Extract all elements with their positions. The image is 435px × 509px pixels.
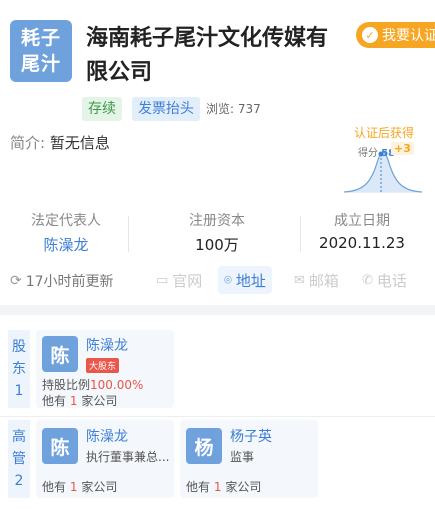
side-label-char: 高 (12, 429, 26, 445)
ratio-value: 100.00% (90, 378, 144, 392)
other-companies: 他有 1 家公司 (42, 478, 117, 495)
view-count: 浏览: 737 (206, 102, 261, 116)
fact-value: 2020.11.23 (319, 234, 405, 252)
fact-legal-representative: 法定代表人 陈澡龙 (6, 210, 126, 255)
shareholder-name[interactable]: 陈澡龙 (86, 335, 128, 355)
phone-label: 电话 (376, 271, 407, 290)
update-time: 17小时前更新 (25, 274, 114, 290)
other-count: 1 (69, 394, 78, 408)
intro-value: 暂无信息 (49, 134, 110, 152)
executive-card[interactable]: 陈 陈澡龙 执行董事兼总... 他有 1 家公司 (36, 420, 174, 498)
major-shareholder-badge: 大股东 (86, 358, 120, 373)
verify-button-label: 我要认证 (382, 28, 435, 44)
other-companies: 他有 1 家公司 (42, 392, 117, 409)
other-prefix: 他有 (186, 480, 211, 494)
score-bonus: +3 (391, 142, 414, 155)
logo-line-1: 耗子 (20, 27, 61, 49)
address-label: 地址 (235, 271, 266, 290)
fact-key: 注册资本 (189, 213, 245, 229)
score-label-text: 得分 (358, 148, 378, 159)
company-logo: 耗子 尾汁 (10, 20, 72, 82)
shareholder-card[interactable]: 陈 陈澡龙 大股东 持股比例100.00% 他有 1 家公司 (36, 330, 174, 408)
other-count: 1 (213, 480, 222, 494)
status-badge: 存续 (82, 97, 122, 121)
executives-count: 2 (14, 473, 24, 489)
side-label-char: 管 (12, 451, 26, 467)
fact-registered-capital: 注册资本 100万 (157, 210, 277, 255)
executive-card[interactable]: 杨 杨子英 监事 他有 1 家公司 (180, 420, 318, 498)
check-icon: ✓ (362, 27, 378, 43)
other-prefix: 他有 (42, 480, 67, 494)
other-suffix: 家公司 (81, 394, 118, 408)
phone-icon: ✆ (362, 272, 373, 288)
mail-icon: ✉ (294, 272, 305, 288)
website-button[interactable]: ▭ 官网 (150, 266, 208, 294)
other-suffix: 家公司 (81, 480, 118, 494)
avatar: 杨 (186, 428, 222, 464)
shareholders-tab[interactable]: 股 东 1 (8, 330, 30, 408)
side-label-char: 股 (12, 339, 26, 355)
company-intro: 简介: 暂无信息 (10, 132, 110, 153)
avatar: 陈 (42, 428, 78, 464)
divider (128, 216, 129, 252)
website-label: 官网 (172, 271, 203, 290)
other-prefix: 他有 (42, 394, 67, 408)
shareholding-ratio: 持股比例100.00% (42, 376, 143, 393)
address-button[interactable]: ⌾ 地址 (218, 266, 272, 294)
refresh-icon: ⟳ (10, 273, 22, 289)
other-companies: 他有 1 家公司 (186, 478, 261, 495)
legal-representative-link[interactable]: 陈澡龙 (6, 234, 126, 255)
logo-line-2: 尾汁 (20, 53, 61, 75)
company-name: 海南耗子尾汁文化传媒有限公司 (86, 26, 329, 85)
email-label: 邮箱 (308, 271, 339, 290)
refresh-button[interactable]: ⟳ 17小时前更新 (10, 271, 114, 291)
score-title: 认证后获得 (354, 126, 415, 140)
side-label-char: 东 (12, 361, 26, 377)
fact-value: 100万 (195, 236, 239, 254)
intro-label: 简介: (10, 134, 46, 152)
website-icon: ▭ (156, 272, 169, 288)
ratio-label: 持股比例 (42, 378, 91, 392)
other-count: 1 (69, 480, 78, 494)
email-button[interactable]: ✉ 邮箱 (288, 266, 345, 294)
executive-name[interactable]: 杨子英 (230, 426, 272, 446)
executives-tab[interactable]: 高 管 2 (8, 420, 30, 498)
shareholders-count: 1 (14, 383, 24, 399)
location-pin-icon: ⌾ (224, 272, 232, 288)
avatar: 陈 (42, 336, 78, 372)
verify-button[interactable]: ✓ 我要认证 (356, 22, 435, 48)
divider (300, 216, 301, 252)
executive-name[interactable]: 陈澡龙 (86, 426, 128, 446)
executive-role: 监事 (230, 450, 255, 464)
score-label: 得分 58 (358, 144, 395, 159)
invoice-title-button[interactable]: 发票抬头 (132, 97, 200, 121)
fact-key: 法定代表人 (31, 213, 101, 229)
other-suffix: 家公司 (225, 480, 262, 494)
executive-role: 执行董事兼总... (86, 450, 170, 464)
phone-button[interactable]: ✆ 电话 (356, 266, 413, 294)
fact-established-date: 成立日期 2020.11.23 (302, 210, 422, 252)
fact-key: 成立日期 (334, 213, 390, 229)
divider (0, 416, 435, 417)
section-divider (0, 305, 435, 315)
